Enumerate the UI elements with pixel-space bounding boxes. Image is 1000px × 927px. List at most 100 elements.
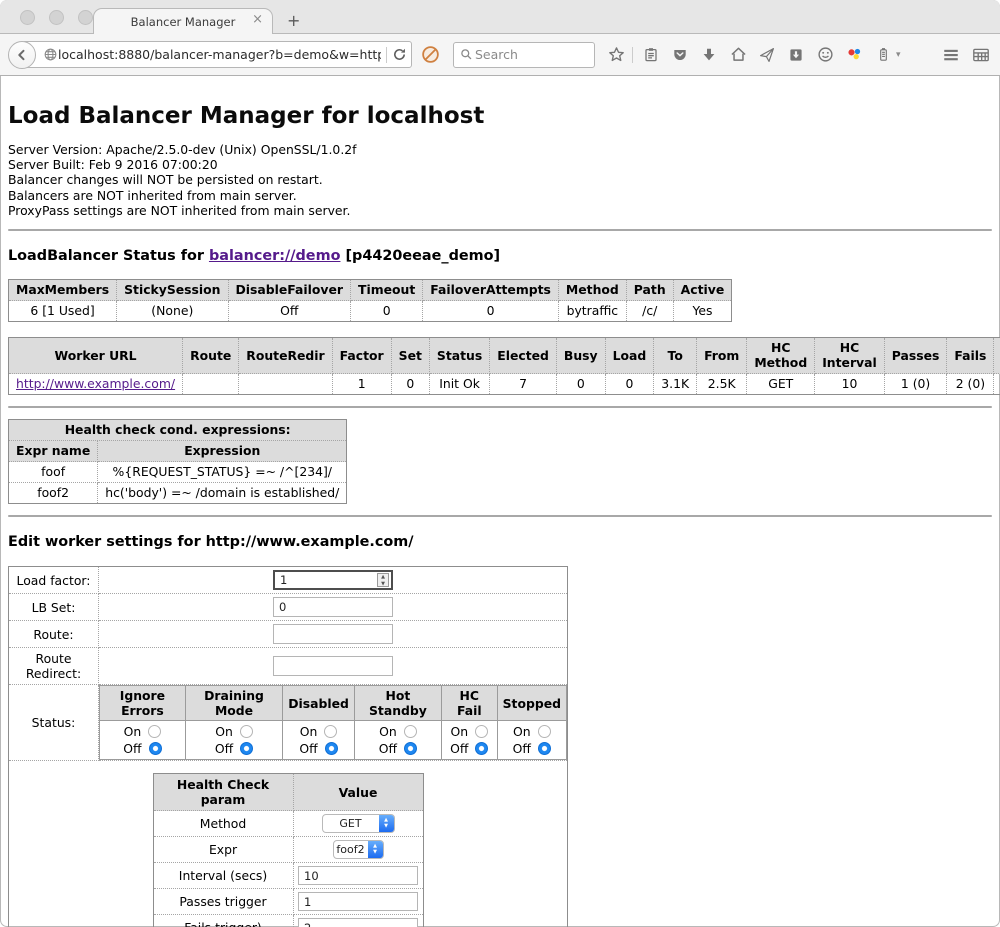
select-stepper-icon: ▲▼ xyxy=(368,841,383,858)
on-label: On xyxy=(513,723,531,740)
off-label: Off xyxy=(215,740,233,757)
on-label: On xyxy=(379,723,397,740)
new-tab-button[interactable]: + xyxy=(287,14,300,28)
column-header: Load xyxy=(605,338,654,374)
table-cell: 0 xyxy=(391,374,429,395)
radio-off-selected[interactable] xyxy=(149,742,162,755)
download-icon[interactable] xyxy=(698,47,720,63)
pocket-icon[interactable] xyxy=(669,47,691,63)
table-cell: 0 xyxy=(423,301,559,322)
radio-on[interactable] xyxy=(240,725,253,738)
back-button[interactable] xyxy=(8,41,36,69)
status-radios-hc-fail: On Off xyxy=(441,721,497,760)
bookmark-star-icon[interactable] xyxy=(605,46,627,63)
route-redirect-cell xyxy=(99,648,568,685)
on-label: On xyxy=(300,723,318,740)
urlbar-divider xyxy=(386,47,387,63)
status-radios-stopped: On Off xyxy=(497,721,566,760)
feedback-smiley-icon[interactable] xyxy=(814,46,836,63)
divider xyxy=(8,229,992,231)
hc-interval-cell xyxy=(293,863,423,889)
hc-fails-input[interactable] xyxy=(298,918,418,927)
battery-extension-icon[interactable] xyxy=(872,47,894,62)
window-controls[interactable] xyxy=(20,10,93,25)
radio-on[interactable] xyxy=(324,725,337,738)
status-label: Status: xyxy=(9,685,99,761)
form-row-health-check: Health Check param Value Method GET▲▼ xyxy=(9,761,568,927)
tab-groups-icon[interactable] xyxy=(972,46,990,64)
worker-url-link[interactable]: http://www.example.com/ xyxy=(16,376,175,391)
column-header: Route xyxy=(183,338,239,374)
radio-on[interactable] xyxy=(475,725,488,738)
load-factor-input[interactable] xyxy=(273,570,393,590)
status-heading-prefix: LoadBalancer Status for xyxy=(8,248,209,264)
hc-method-select[interactable]: GET▲▼ xyxy=(322,814,395,833)
lb-set-cell xyxy=(99,594,568,621)
hc-method-cell: GET▲▼ xyxy=(293,811,423,837)
column-header: Worker URL xyxy=(9,338,183,374)
send-icon[interactable] xyxy=(756,47,778,63)
menu-button[interactable] xyxy=(942,46,960,64)
lb-set-label: LB Set: xyxy=(9,594,99,621)
route-redirect-label: Route Redirect: xyxy=(9,648,99,685)
radio-on[interactable] xyxy=(538,725,551,738)
site-identity-globe-icon[interactable] xyxy=(43,47,58,62)
table-cell: GET xyxy=(747,374,815,395)
page-title: Load Balancer Manager for localhost xyxy=(8,103,992,129)
hc-expr-select[interactable]: foof2▲▼ xyxy=(333,840,384,859)
hc-interval-input[interactable] xyxy=(298,866,418,885)
minimize-window-button[interactable] xyxy=(49,10,64,25)
search-bar[interactable] xyxy=(453,42,595,68)
lb-set-input[interactable] xyxy=(273,597,393,617)
toolbar-overflow-caret[interactable]: ▾ xyxy=(896,50,906,60)
radio-off-selected[interactable] xyxy=(325,742,338,755)
search-input[interactable] xyxy=(473,46,588,63)
home-icon[interactable] xyxy=(727,46,749,63)
column-header: Set xyxy=(391,338,429,374)
zoom-window-button[interactable] xyxy=(78,10,93,25)
radio-on[interactable] xyxy=(404,725,417,738)
form-row-route: Route: xyxy=(9,621,568,648)
table-cell: 3.1K xyxy=(654,374,697,395)
hc-passes-input[interactable] xyxy=(298,892,418,911)
tab-close-icon[interactable]: × xyxy=(252,13,263,27)
table-cell: 0 xyxy=(605,374,654,395)
radio-on[interactable] xyxy=(148,725,161,738)
browser-tab[interactable]: Balancer Manager × xyxy=(93,8,273,34)
table-cell: (None) xyxy=(117,301,228,322)
toolbar-divider xyxy=(632,47,633,63)
status-radios-disabled: On Off xyxy=(283,721,355,760)
close-window-button[interactable] xyxy=(20,10,35,25)
column-header: DisableFailover xyxy=(228,280,351,301)
extension-colordots-icon[interactable] xyxy=(843,46,865,63)
hc-expr-value: foof2 xyxy=(334,841,368,858)
table-row: foof2hc('body') =~ /domain is establishe… xyxy=(9,483,347,504)
url-input[interactable] xyxy=(58,47,381,62)
balancer-status-table: MaxMembersStickySessionDisableFailoverTi… xyxy=(8,279,732,322)
route-redirect-input[interactable] xyxy=(273,656,393,676)
extension-download-panel-icon[interactable] xyxy=(785,47,807,63)
column-header: Timeout xyxy=(351,280,423,301)
balancer-demo-link[interactable]: balancer://demo xyxy=(209,248,341,264)
page-content: Load Balancer Manager for localhost Serv… xyxy=(0,103,1000,927)
reload-button[interactable] xyxy=(392,47,407,62)
table-cell: bytraffic xyxy=(558,301,626,322)
number-spinner[interactable]: ▲▼ xyxy=(377,573,389,587)
radio-off-selected[interactable] xyxy=(404,742,417,755)
status-radios-draining-mode: On Off xyxy=(185,721,282,760)
radio-off-selected[interactable] xyxy=(475,742,488,755)
divider xyxy=(8,515,992,517)
radio-off-selected[interactable] xyxy=(240,742,253,755)
table-cell: Init Ok xyxy=(429,374,489,395)
route-input[interactable] xyxy=(273,624,393,644)
server-built-line: Server Built: Feb 9 2016 07:00:20 xyxy=(8,157,992,172)
hc-method-value: GET xyxy=(323,815,379,832)
url-bar[interactable] xyxy=(22,41,412,68)
column-header: Expression xyxy=(98,441,347,462)
adblock-icon[interactable] xyxy=(421,45,440,64)
reading-list-icon[interactable] xyxy=(640,47,662,63)
divider xyxy=(8,406,992,408)
column-header: To xyxy=(654,338,697,374)
radio-off-selected[interactable] xyxy=(538,742,551,755)
column-header: Status xyxy=(429,338,489,374)
